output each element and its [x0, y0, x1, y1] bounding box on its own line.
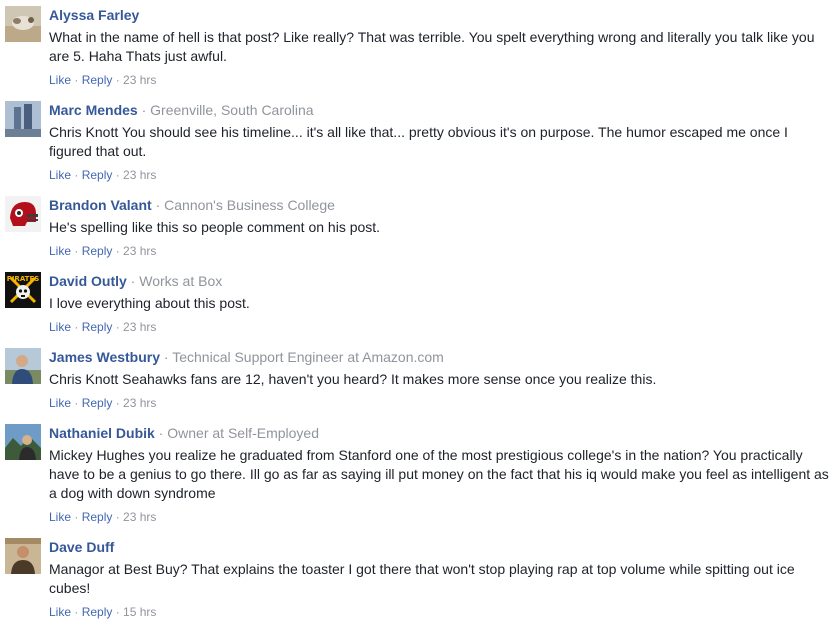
comment-author[interactable]: James Westbury: [49, 349, 160, 365]
like-link[interactable]: Like: [49, 605, 71, 619]
comment-author[interactable]: Nathaniel Dubik: [49, 425, 155, 441]
comment-actions: Like · Reply · 23 hrs: [49, 72, 833, 88]
action-separator: ·: [112, 510, 124, 524]
comment-actions: Like · Reply · 23 hrs: [49, 395, 833, 411]
comment-text: Chris Knott Seahawks fans are 12, haven'…: [49, 371, 657, 387]
comment-body: James Westbury · Technical Support Engin…: [49, 348, 833, 411]
comment-author[interactable]: Dave Duff: [49, 539, 114, 555]
profile-photo-icon: [5, 348, 41, 384]
comment-text: Chris Knott You should see his timeline.…: [49, 124, 788, 159]
comment-header: Alyssa Farley: [49, 6, 833, 24]
comment-actions: Like · Reply · 15 hrs: [49, 604, 833, 620]
like-link[interactable]: Like: [49, 244, 71, 258]
reply-link[interactable]: Reply: [82, 244, 113, 258]
reply-link[interactable]: Reply: [82, 320, 113, 334]
like-link[interactable]: Like: [49, 510, 71, 524]
meta-separator: ·: [151, 197, 165, 213]
action-separator: ·: [71, 168, 82, 182]
reply-link[interactable]: Reply: [82, 510, 113, 524]
meta-separator: ·: [137, 102, 151, 118]
meta-separator: ·: [154, 425, 168, 441]
comment-text: I love everything about this post.: [49, 295, 250, 311]
comment-timestamp[interactable]: 15 hrs: [123, 605, 156, 619]
comment-timestamp[interactable]: 23 hrs: [123, 320, 156, 334]
comment-author[interactable]: Marc Mendes: [49, 102, 138, 118]
action-separator: ·: [71, 396, 82, 410]
action-separator: ·: [71, 244, 82, 258]
comment-header: Marc Mendes · Greenville, South Carolina: [49, 101, 833, 119]
comment-text: Mickey Hughes you realize he graduated f…: [49, 447, 829, 501]
comment-timestamp[interactable]: 23 hrs: [123, 510, 156, 524]
profile-photo-icon: [5, 6, 41, 42]
comment-actions: Like · Reply · 23 hrs: [49, 243, 833, 259]
comment-actions: Like · Reply · 23 hrs: [49, 167, 833, 183]
comment-body: Dave Duff Managor at Best Buy? That expl…: [49, 538, 833, 620]
avatar[interactable]: [5, 538, 41, 574]
profile-photo-icon: [5, 101, 41, 137]
meta-separator: ·: [160, 349, 173, 365]
reply-link[interactable]: Reply: [82, 605, 113, 619]
action-separator: ·: [112, 320, 124, 334]
comment-body: Alyssa Farley What in the name of hell i…: [49, 6, 833, 88]
comment-author-meta: Works at Box: [139, 273, 223, 289]
meta-separator: ·: [126, 273, 140, 289]
comment-actions: Like · Reply · 23 hrs: [49, 509, 833, 525]
comment-body: David Outly · Works at Box I love everyt…: [49, 272, 833, 335]
comment-body: Nathaniel Dubik · Owner at Self-Employed…: [49, 424, 833, 525]
like-link[interactable]: Like: [49, 73, 71, 87]
comment-author-meta: Cannon's Business College: [164, 197, 335, 213]
comment-header: James Westbury · Technical Support Engin…: [49, 348, 833, 366]
comment-text: Managor at Best Buy? That explains the t…: [49, 561, 795, 596]
action-separator: ·: [71, 73, 82, 87]
comment-text: What in the name of hell is that post? L…: [49, 29, 815, 64]
comment-author-meta: Greenville, South Carolina: [150, 102, 314, 118]
pirates-logo-icon: PIRATES: [5, 272, 41, 308]
comment-header: David Outly · Works at Box: [49, 272, 833, 290]
like-link[interactable]: Like: [49, 168, 71, 182]
comment-header: Brandon Valant · Cannon's Business Colle…: [49, 196, 833, 214]
comment-body: Brandon Valant · Cannon's Business Colle…: [49, 196, 833, 259]
action-separator: ·: [71, 510, 82, 524]
comment-author-meta: Owner at Self-Employed: [167, 425, 319, 441]
comment-actions: Like · Reply · 23 hrs: [49, 319, 833, 335]
avatar[interactable]: [5, 424, 41, 460]
action-separator: ·: [112, 396, 124, 410]
reply-link[interactable]: Reply: [82, 168, 113, 182]
like-link[interactable]: Like: [49, 396, 71, 410]
avatar[interactable]: [5, 101, 41, 137]
reply-link[interactable]: Reply: [82, 396, 113, 410]
avatar[interactable]: PIRATES: [5, 272, 41, 308]
comment-author[interactable]: Alyssa Farley: [49, 7, 139, 23]
comment-timestamp[interactable]: 23 hrs: [123, 244, 156, 258]
comment-text: He's spelling like this so people commen…: [49, 219, 381, 235]
comment-author[interactable]: Brandon Valant: [49, 197, 152, 213]
like-link[interactable]: Like: [49, 320, 71, 334]
avatar[interactable]: [5, 348, 41, 384]
profile-photo-icon: [5, 538, 41, 574]
comment-header: Nathaniel Dubik · Owner at Self-Employed: [49, 424, 833, 442]
comment-timestamp[interactable]: 23 hrs: [123, 73, 156, 87]
avatar[interactable]: [5, 196, 41, 232]
action-separator: ·: [112, 73, 124, 87]
comment-timestamp[interactable]: 23 hrs: [123, 396, 156, 410]
action-separator: ·: [71, 605, 82, 619]
comment-author-meta: Technical Support Engineer at Amazon.com: [172, 349, 444, 365]
action-separator: ·: [112, 168, 124, 182]
reply-link[interactable]: Reply: [82, 73, 113, 87]
profile-photo-icon: [5, 424, 41, 460]
action-separator: ·: [112, 244, 124, 258]
avatar[interactable]: [5, 6, 41, 42]
comment-author[interactable]: David Outly: [49, 273, 127, 289]
action-separator: ·: [71, 320, 82, 334]
helmet-logo-icon: [5, 196, 41, 232]
comment-header: Dave Duff: [49, 538, 833, 556]
comment-body: Marc Mendes · Greenville, South Carolina…: [49, 101, 833, 183]
action-separator: ·: [112, 605, 124, 619]
avatar-text: PIRATES: [7, 275, 40, 283]
comment-timestamp[interactable]: 23 hrs: [123, 168, 156, 182]
